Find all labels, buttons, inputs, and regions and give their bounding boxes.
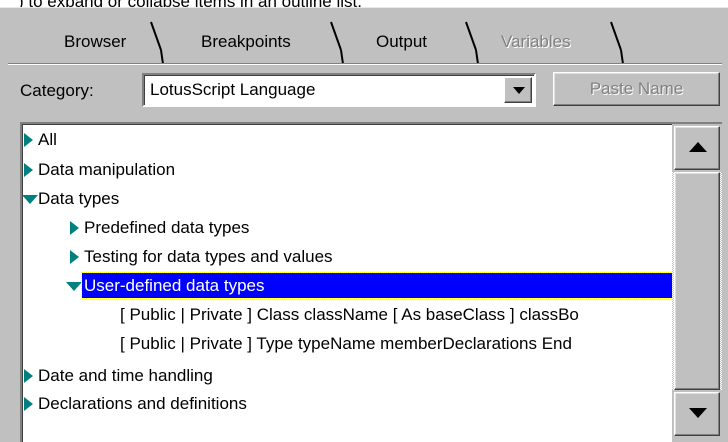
arrow-down-icon: [689, 408, 707, 418]
tab-separator: [148, 20, 172, 66]
list-item-selected[interactable]: User-defined data types: [22, 272, 675, 299]
list-item-label: Declarations and definitions: [38, 394, 247, 413]
paste-name-button: Paste Name: [553, 72, 720, 106]
vertical-scrollbar[interactable]: [672, 124, 722, 442]
expand-triangle-icon[interactable]: [24, 369, 33, 383]
list-item[interactable]: Data types: [22, 185, 672, 212]
expand-triangle-icon[interactable]: [70, 250, 79, 264]
expand-triangle-icon[interactable]: [70, 221, 79, 235]
category-dropdown[interactable]: LotusScript Language: [142, 73, 536, 107]
tab-output[interactable]: Output: [376, 32, 427, 52]
list-item-label: Testing for data types and values: [84, 247, 333, 266]
list-item[interactable]: Date and time handling: [22, 362, 672, 389]
tab-variables: Variables: [501, 32, 571, 51]
scroll-up-button[interactable]: [674, 126, 720, 170]
collapse-triangle-icon[interactable]: [66, 282, 82, 291]
list-item-label: [ Public | Private ] Type typeName membe…: [120, 334, 572, 353]
chevron-down-icon: [513, 87, 525, 94]
list-item-label: User-defined data types: [81, 272, 675, 299]
category-label: Category:: [20, 81, 94, 100]
list-item-label: Data types: [38, 189, 120, 208]
dropdown-button[interactable]: [504, 77, 532, 103]
tab-divider: [8, 63, 722, 65]
tab-separator: [463, 20, 487, 66]
tab-browser[interactable]: Browser: [64, 32, 126, 52]
arrow-up-icon: [689, 142, 707, 152]
tab-separator: [608, 20, 632, 66]
list-item-label: Data manipulation: [38, 160, 176, 179]
scroll-thumb[interactable]: [674, 172, 720, 390]
list-item[interactable]: Data manipulation: [22, 156, 672, 183]
expand-triangle-icon[interactable]: [24, 163, 33, 177]
list-item[interactable]: Declarations and definitions: [22, 390, 672, 417]
list-item-label: All: [38, 130, 57, 149]
list-item-label: Date and time handling: [38, 366, 213, 385]
list-item-label: Predefined data types: [84, 218, 250, 237]
list-item[interactable]: [ Public | Private ] Type typeName membe…: [22, 330, 672, 357]
outline-list[interactable]: All Data manipulation Data types Predefi…: [20, 122, 722, 442]
collapse-triangle-icon[interactable]: [22, 195, 38, 204]
category-value: LotusScript Language: [150, 80, 316, 99]
expand-triangle-icon[interactable]: [24, 133, 33, 147]
list-item[interactable]: All: [22, 126, 672, 153]
expand-triangle-icon[interactable]: [24, 397, 33, 411]
tab-separator: [328, 20, 352, 66]
list-item-label: [ Public | Private ] Class className [ A…: [120, 305, 579, 324]
tab-strip: Browser Breakpoints Output Variables: [30, 20, 690, 66]
list-item[interactable]: Predefined data types: [22, 214, 672, 241]
tab-breakpoints[interactable]: Breakpoints: [201, 32, 291, 52]
list-item[interactable]: [ Public | Private ] Class className [ A…: [22, 301, 672, 328]
debugger-panel: Browser Breakpoints Output Variables Cat…: [0, 7, 728, 442]
scroll-down-button[interactable]: [674, 392, 720, 436]
list-item[interactable]: Testing for data types and values: [22, 243, 672, 270]
